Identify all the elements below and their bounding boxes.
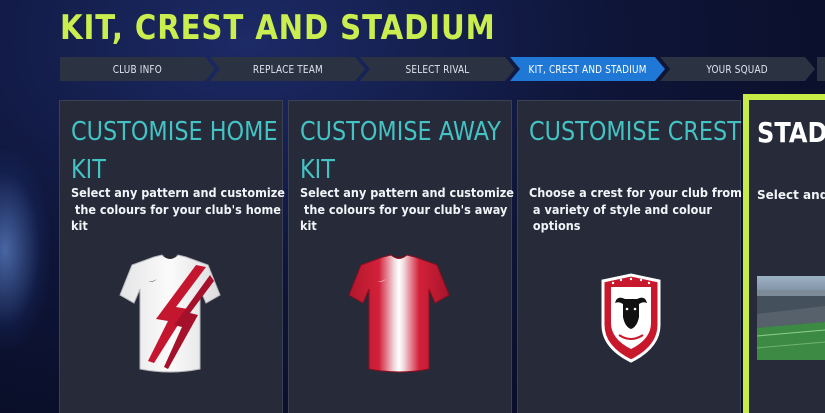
step-next-partial bbox=[817, 57, 825, 81]
desc-line: Select any pattern and customize bbox=[71, 186, 285, 200]
step-club-info[interactable]: CLUB INFO bbox=[60, 57, 215, 81]
desc-line: the colours for your club's home bbox=[71, 202, 281, 217]
desc-line: Choose a crest for your club from bbox=[529, 186, 742, 200]
home-kit-shirt-icon bbox=[119, 254, 221, 373]
progress-steps: CLUB INFO REPLACE TEAM SELECT RIVAL KIT,… bbox=[60, 57, 825, 81]
card-title: STADIU bbox=[757, 116, 825, 149]
card-description: Select any pattern and customize the col… bbox=[300, 185, 514, 235]
card-title-line: CUSTOMISE HOME bbox=[71, 117, 278, 147]
desc-line: kit bbox=[300, 219, 317, 233]
desc-line: options bbox=[529, 219, 581, 233]
step-kit-crest-stadium[interactable]: KIT, CREST AND STADIUM bbox=[510, 57, 665, 81]
customise-home-kit-card[interactable]: CUSTOMISE HOME KIT Select any pattern an… bbox=[59, 100, 285, 413]
step-your-squad[interactable]: YOUR SQUAD bbox=[660, 57, 815, 81]
customise-stadium-card[interactable]: STADIU Select and c bbox=[743, 94, 825, 413]
stage-light-glow bbox=[0, 150, 50, 350]
step-label: KIT, CREST AND STADIUM bbox=[528, 62, 647, 76]
card-description: Select and c bbox=[757, 188, 825, 202]
desc-line: kit bbox=[71, 219, 88, 233]
stadium-image bbox=[757, 276, 825, 360]
step-label: REPLACE TEAM bbox=[252, 62, 323, 76]
stadium-card-body: STADIU Select and c bbox=[749, 100, 825, 413]
customise-away-kit-card[interactable]: CUSTOMISE AWAY KIT Select any pattern an… bbox=[288, 100, 514, 413]
step-select-rival[interactable]: SELECT RIVAL bbox=[360, 57, 515, 81]
card-title-line: CUSTOMISE CREST bbox=[529, 117, 741, 147]
away-kit-shirt-icon bbox=[348, 254, 450, 373]
card-title-line: CUSTOMISE AWAY bbox=[300, 117, 501, 147]
step-label: YOUR SQUAD bbox=[706, 62, 769, 76]
desc-line: Select any pattern and customize bbox=[300, 186, 514, 200]
card-title: CUSTOMISE CREST bbox=[529, 113, 741, 151]
stadium-stands-icon bbox=[757, 290, 825, 360]
card-title: CUSTOMISE AWAY KIT bbox=[300, 113, 501, 189]
card-description: Choose a crest for your club from a vari… bbox=[529, 185, 742, 235]
desc-line: a variety of style and colour bbox=[529, 202, 712, 217]
customise-crest-card[interactable]: CUSTOMISE CREST Choose a crest for your … bbox=[517, 100, 742, 413]
card-description: Select any pattern and customize the col… bbox=[71, 185, 285, 235]
step-label: SELECT RIVAL bbox=[405, 62, 470, 76]
step-label: CLUB INFO bbox=[112, 62, 163, 76]
card-title-line: KIT bbox=[71, 155, 106, 185]
desc-line: the colours for your club's away bbox=[300, 202, 508, 217]
page-title: KIT, CREST AND STADIUM bbox=[60, 8, 496, 48]
card-title-line: KIT bbox=[300, 155, 335, 185]
buffalo-crest-icon bbox=[601, 273, 661, 363]
card-title: CUSTOMISE HOME KIT bbox=[71, 113, 278, 189]
step-replace-team[interactable]: REPLACE TEAM bbox=[210, 57, 365, 81]
